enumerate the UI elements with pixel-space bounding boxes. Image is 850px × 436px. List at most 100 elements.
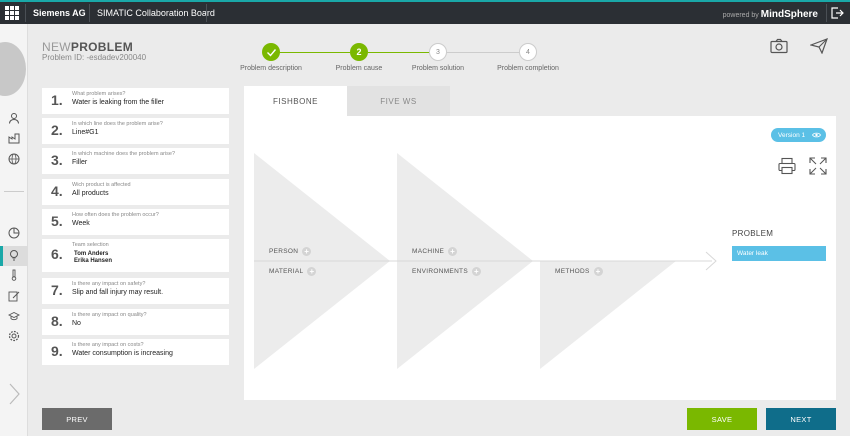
question-answer: Filler [72,159,88,166]
prev-button[interactable]: PREV [42,408,112,430]
question-answer: Water is leaking from the filler [72,99,164,106]
question-number: 6. [51,246,63,262]
app-title: SIMATIC Collaboration Board [97,8,215,18]
fishbone-category-machine[interactable]: MACHINE + [412,247,458,256]
question-card-5[interactable]: 5. How often does the problem occur? Wee… [42,209,229,235]
question-answer: Water consumption is increasing [72,350,173,357]
globe-icon[interactable] [8,153,20,165]
graduation-cap-icon[interactable] [8,310,20,322]
problem-value-box[interactable]: Water leak [732,246,826,261]
question-number: 7. [51,282,63,298]
step-2-label: Problem cause [335,65,383,72]
question-number: 1. [51,92,63,108]
factory-icon[interactable] [8,132,20,144]
add-plus-icon[interactable]: + [448,247,458,256]
question-answer: Line#G1 [72,129,99,136]
category-label: MACHINE [412,248,445,256]
add-plus-icon[interactable]: + [471,267,481,276]
question-label: Is there any impact on costs? [72,342,144,348]
question-card-4[interactable]: 4. Wich product is affected All products [42,179,229,205]
question-card-3[interactable]: 3. In which machine does the problem ari… [42,148,229,174]
step-2-circle[interactable]: 2 [350,43,368,61]
chart-icon[interactable] [8,227,20,239]
fishbone-category-environments[interactable]: ENVIRONMENTS + [412,267,481,276]
divider [826,4,827,22]
add-plus-icon[interactable]: + [307,267,317,276]
chevron-right-icon[interactable] [7,382,21,406]
category-label: METHODS [555,268,590,276]
category-label: PERSON [269,248,299,256]
question-card-9[interactable]: 9. Is there any impact on costs? Water c… [42,339,229,365]
question-label: How often does the problem occur? [72,212,159,218]
settings-gear-icon[interactable] [8,330,20,342]
company-name: Siemens AG [33,8,86,18]
question-label: Is there any impact on quality? [72,312,147,318]
avatar[interactable] [0,42,26,96]
question-card-8[interactable]: 8. Is there any impact on quality? No [42,309,229,335]
user-icon[interactable] [8,112,20,124]
fishbone-category-material[interactable]: MATERIAL + [269,267,317,276]
divider [4,191,24,192]
category-label: MATERIAL [269,268,304,276]
question-label: Team selection [72,242,109,248]
question-label: What problem arises? [72,91,126,97]
powered-prefix: powered by [722,12,759,19]
question-card-2[interactable]: 2. In which line does the problem arise?… [42,118,229,144]
fishbone-diagram [254,153,717,369]
step-1-circle[interactable] [262,43,280,61]
check-icon [266,48,276,57]
question-label: Wich product is affected [72,182,131,188]
divider [206,4,207,22]
camera-icon[interactable] [770,38,788,54]
logout-icon[interactable] [830,6,844,20]
category-label: ENVIRONMENTS [412,268,468,276]
question-number: 3. [51,152,63,168]
question-card-7[interactable]: 7. Is there any impact on safety? Slip a… [42,278,229,304]
edit-icon[interactable] [8,290,20,302]
left-rail [0,24,28,436]
step-1-label: Problem description [240,65,302,72]
divider [89,4,90,22]
step-4-label: Problem completion [497,65,559,72]
question-label: In which line does the problem arise? [72,121,163,127]
question-label: Is there any impact on safety? [72,281,146,287]
lightbulb-icon[interactable] [8,249,20,261]
save-button[interactable]: SAVE [687,408,757,430]
powered-brand: MindSphere [760,9,818,20]
question-number: 5. [51,213,63,229]
fishbone-category-person[interactable]: PERSON + [269,247,312,256]
question-number: 2. [51,122,63,138]
step-3-circle[interactable]: 3 [429,43,447,61]
step-3-label: Problem solution [411,65,465,72]
question-card-1[interactable]: 1. What problem arises? Water is leaking… [42,88,229,114]
title-prefix: NEW [42,40,71,54]
question-number: 4. [51,183,63,199]
add-plus-icon[interactable]: + [302,247,312,256]
team-member: Tom Anders [74,251,109,257]
team-member: Erika Hansen [74,258,113,264]
stepper-connector [447,52,519,53]
send-icon[interactable] [810,38,828,54]
thermometer-icon[interactable] [8,269,20,281]
step-4-circle[interactable]: 4 [519,43,537,61]
next-button[interactable]: NEXT [766,408,836,430]
question-number: 9. [51,343,63,359]
problem-heading: PROBLEM [732,229,774,238]
app-launcher-icon[interactable] [5,6,19,20]
fishbone-bone-3 [540,261,676,369]
top-bar: Siemens AG SIMATIC Collaboration Board p… [0,0,850,24]
divider [25,4,26,22]
page-title: NEWPROBLEM [42,40,133,54]
add-plus-icon[interactable]: + [593,267,603,276]
fishbone-category-methods[interactable]: METHODS + [555,267,603,276]
question-answer: No [72,320,81,327]
stepper-connector [279,52,350,53]
question-label: In which machine does the problem arise? [72,151,176,157]
problem-id: Problem ID: -esdadev200040 [42,53,147,62]
question-card-6[interactable]: 6. Team selection Tom Anders Erika Hanse… [42,239,229,272]
question-answer: All products [72,190,109,197]
analysis-panel: FISHBONE FIVE WS Version 1 PERSON + MATER… [244,86,836,400]
title-main: PROBLEM [70,40,134,54]
powered-by: powered by MindSphere [723,9,818,20]
question-answer: Slip and fall injury may result. [72,289,164,296]
